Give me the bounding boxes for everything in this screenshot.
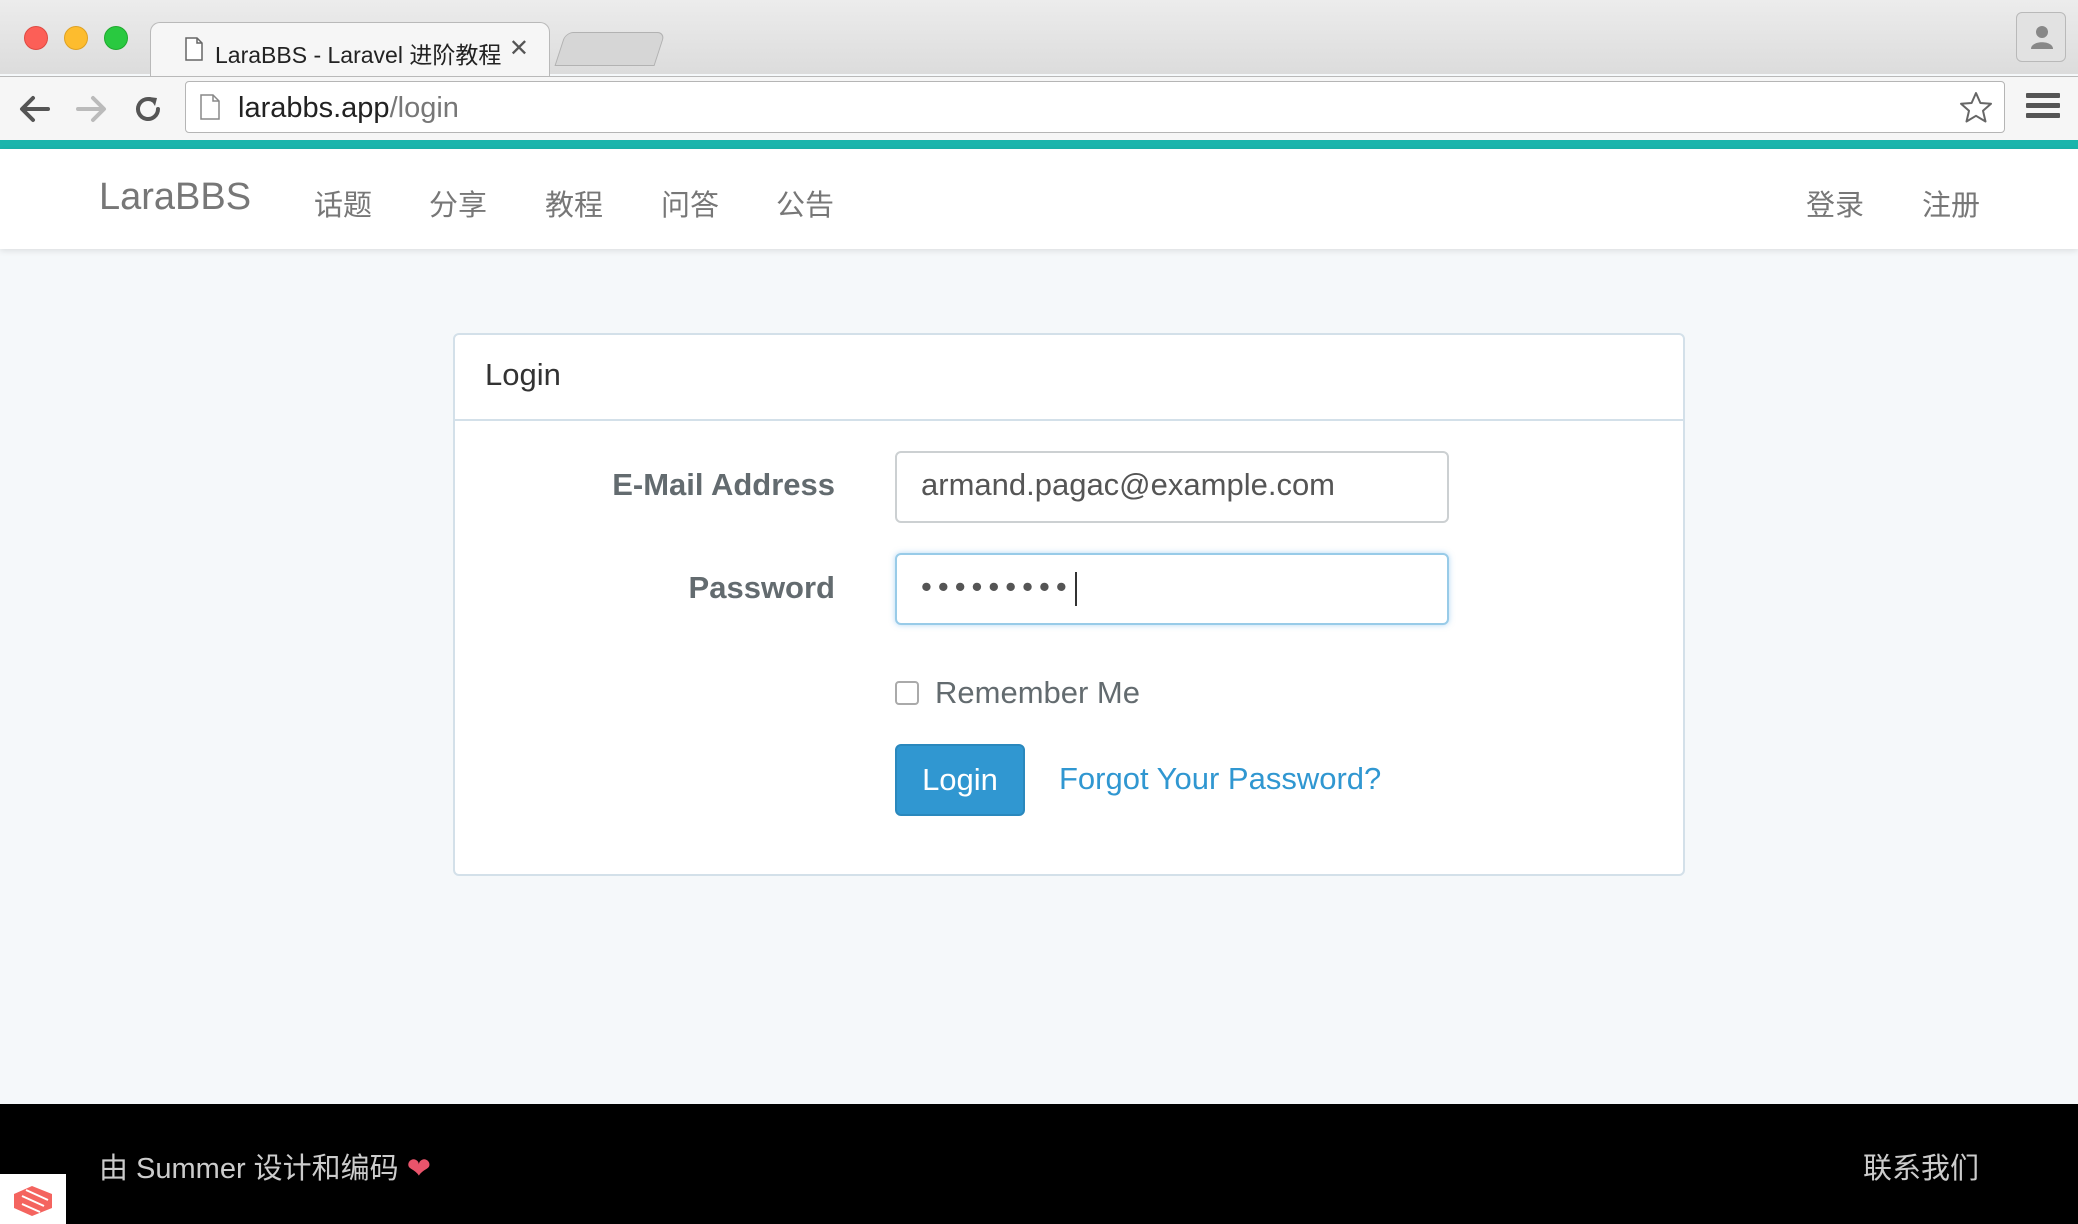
- browser-toolbar: larabbs.app/login: [0, 76, 2078, 140]
- window-minimize-button[interactable]: [64, 26, 88, 50]
- site-footer: 由 Summer 设计和编码 ❤ 联系我们: [0, 1104, 2078, 1224]
- nav-item-announcements[interactable]: 公告: [776, 182, 834, 224]
- forgot-password-link[interactable]: Forgot Your Password?: [1059, 761, 1381, 797]
- browser-tab-active[interactable]: LaraBBS - Laravel 进阶教程 ✕: [150, 22, 550, 76]
- star-icon[interactable]: [1958, 90, 1994, 126]
- remember-me-row: Remember Me: [895, 675, 1140, 711]
- brand-logo[interactable]: LaraBBS: [99, 176, 251, 219]
- back-button[interactable]: [14, 89, 54, 129]
- contact-us-link[interactable]: 联系我们: [1863, 1145, 1979, 1187]
- profile-icon: [2031, 26, 2053, 49]
- forward-button[interactable]: [72, 89, 112, 129]
- nav-item-topics[interactable]: 话题: [314, 182, 372, 224]
- heart-icon: ❤: [406, 1153, 432, 1185]
- password-field[interactable]: •••••••••: [895, 553, 1449, 625]
- window-maximize-button[interactable]: [104, 26, 128, 50]
- remember-me-checkbox[interactable]: [895, 681, 919, 705]
- login-link[interactable]: 登录: [1806, 182, 1864, 224]
- footer-credit: 由 Summer 设计和编码 ❤: [99, 1153, 432, 1185]
- new-tab-button[interactable]: [554, 32, 666, 66]
- login-card: Login E-Mail Address armand.pagac@exampl…: [453, 333, 1685, 876]
- back-arrow-icon: [20, 96, 50, 122]
- forward-arrow-icon: [76, 96, 106, 122]
- card-header: Login: [455, 335, 1683, 421]
- menu-icon[interactable]: [2026, 93, 2060, 127]
- nav-item-tutorials[interactable]: 教程: [545, 182, 603, 224]
- nav-item-share[interactable]: 分享: [429, 182, 487, 224]
- card-title: Login: [485, 357, 561, 392]
- browser-titlebar: LaraBBS - Laravel 进阶教程 ✕: [0, 0, 2078, 76]
- nav-item-qa[interactable]: 问答: [661, 182, 719, 224]
- reload-icon: [136, 97, 160, 121]
- login-button[interactable]: Login: [895, 744, 1025, 816]
- password-dots: •••••••••: [921, 569, 1073, 604]
- password-label: Password: [688, 570, 835, 605]
- page-icon: [200, 94, 220, 120]
- page-icon: [185, 37, 203, 61]
- url-text: larabbs.app/login: [238, 92, 459, 124]
- accent-bar: [0, 140, 2078, 149]
- email-label: E-Mail Address: [612, 467, 835, 502]
- profile-button[interactable]: [2016, 12, 2066, 62]
- email-field[interactable]: armand.pagac@example.com: [895, 451, 1449, 523]
- laravel-logo-icon: [0, 1174, 66, 1224]
- tab-title: LaraBBS - Laravel 进阶教程: [215, 42, 502, 68]
- address-bar[interactable]: larabbs.app/login: [185, 81, 2005, 133]
- reload-button[interactable]: [128, 89, 168, 129]
- window-close-button[interactable]: [24, 26, 48, 50]
- site-navbar: LaraBBS 话题 分享 教程 问答 公告 登录 注册: [0, 149, 2078, 249]
- remember-me-label[interactable]: Remember Me: [935, 675, 1140, 711]
- text-caret: [1074, 571, 1077, 606]
- tab-close-icon[interactable]: ✕: [509, 34, 529, 63]
- register-link[interactable]: 注册: [1922, 182, 1980, 224]
